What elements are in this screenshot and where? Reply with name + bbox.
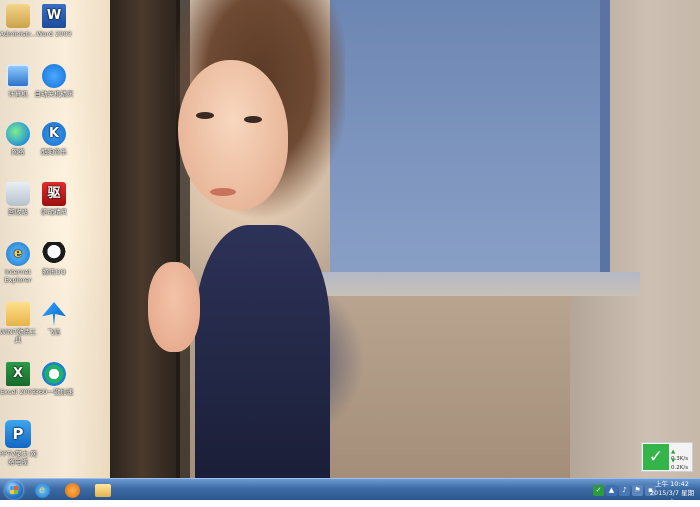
up-arrow-icon: ▲	[671, 449, 676, 455]
wallpaper-eye	[244, 116, 262, 123]
folder-icon	[95, 483, 111, 497]
wallpaper-hand	[148, 262, 200, 352]
taskbar: e ✓ ▲ ♪ ⚑ ▪ 上午 10:42 2015/3/7 星期六	[0, 478, 700, 506]
taskbar-ie-button[interactable]: e	[31, 480, 53, 500]
windows-orb-icon	[5, 481, 23, 499]
desktop-icon-driver-genius[interactable]: 驱 驱动精灵	[34, 182, 74, 216]
taskbar-explorer-button[interactable]	[92, 480, 114, 500]
wallpaper-eye	[196, 112, 214, 119]
download-speed: ▼ 0.2K/s	[671, 458, 693, 472]
desktop-icon-label: 网络	[11, 148, 25, 156]
desktop-icon-label: WIN7激活工具	[0, 328, 37, 344]
desktop-icon-label: 驱动精灵	[41, 208, 67, 216]
security-shield-icon[interactable]: ✓	[593, 484, 604, 496]
desktop-icon-label: 回收站	[8, 208, 28, 216]
desktop-icon-label: 360一键加速	[34, 388, 74, 396]
desktop-icon-pptv[interactable]: P PPTV聚力 网络电视	[0, 420, 38, 466]
taskbar-clock[interactable]: 上午 10:42 2015/3/7 星期六	[647, 480, 697, 507]
start-button[interactable]	[3, 480, 25, 500]
desktop-icon-label: 自动关机精灵	[34, 90, 74, 98]
wallpaper-lips	[210, 188, 236, 196]
ring-app-icon	[42, 362, 66, 386]
ie-icon: e	[34, 482, 50, 498]
desktop-icon-label: 计算机	[8, 90, 28, 98]
fetion-icon	[42, 302, 66, 326]
clock-time: 上午 10:42	[655, 480, 689, 488]
desktop-icon-administrator[interactable]: Administr...	[0, 4, 38, 38]
wallpaper-door-frame	[110, 0, 180, 478]
desktop-icon-label: 飞信	[47, 328, 61, 336]
clock-date: 2015/3/7 星期六	[649, 489, 695, 506]
desktop-icon-label: PPTV聚力 网络电视	[0, 450, 37, 466]
desktop-icon-kugou[interactable]: K 酷狗音乐	[34, 122, 74, 156]
desktop-icon-auto-shutdown[interactable]: 自动关机精灵	[34, 64, 74, 98]
recycle-bin-icon	[6, 182, 30, 206]
wallpaper-window-sill	[320, 272, 640, 296]
desktop-icon-internet-explorer[interactable]: e Internet Explorer	[0, 242, 38, 284]
taskbar-uc-browser-button[interactable]	[61, 480, 83, 500]
driver-icon: 驱	[42, 182, 66, 206]
desktop-icon-computer[interactable]: 计算机	[0, 64, 38, 98]
desktop-icon-label: Administr...	[0, 30, 37, 38]
desktop-icon-excel[interactable]: X Excel 2003	[0, 362, 38, 396]
qq-icon	[42, 242, 66, 266]
pptv-icon: P	[5, 420, 31, 448]
bird-app-icon	[42, 64, 66, 88]
desktop-icon-win7-activator[interactable]: WIN7激活工具	[0, 302, 38, 344]
network-speed-widget[interactable]: ✓ ▲ 0.3K/s ▼ 0.2K/s	[641, 442, 693, 472]
ie-icon: e	[6, 242, 30, 266]
desktop-icon-word[interactable]: W Word 2003	[34, 4, 74, 38]
desktop-icon-label: Word 2003	[36, 30, 72, 38]
desktop-icon-network[interactable]: 网络	[0, 122, 38, 156]
folder-icon	[6, 302, 30, 326]
uc-browser-icon	[64, 482, 80, 498]
user-folder-icon	[6, 4, 30, 28]
network-tray-icon[interactable]: ▲	[606, 484, 617, 496]
desktop-icon-recycle-bin[interactable]: 回收站	[0, 182, 38, 216]
volume-icon[interactable]: ♪	[619, 484, 630, 496]
desktop-icon-fetion[interactable]: 飞信	[34, 302, 74, 336]
desktop-icon-label: Internet Explorer	[4, 268, 32, 284]
wallpaper-window	[330, 0, 610, 290]
desktop-icon-label: 酷狗音乐	[41, 148, 67, 156]
excel-icon: X	[6, 362, 30, 386]
checkmark-icon: ✓	[643, 444, 669, 470]
desktop-icon-360-speedup[interactable]: 360一键加速	[34, 362, 74, 396]
down-arrow-icon: ▼	[671, 458, 676, 464]
desktop-icon-qq[interactable]: 腾讯QQ	[34, 242, 74, 276]
wallpaper-person-body	[195, 225, 330, 478]
word-icon: W	[42, 4, 66, 28]
computer-icon	[6, 64, 30, 88]
network-icon	[6, 122, 30, 146]
kugou-icon: K	[42, 122, 66, 146]
desktop-icon-label: 腾讯QQ	[42, 268, 66, 276]
flag-icon[interactable]: ⚑	[632, 484, 643, 496]
desktop-wallpaper: Administr... 计算机 网络 回收站 e Internet Explo…	[0, 0, 700, 478]
desktop-icon-label: Excel 2003	[0, 388, 36, 396]
download-speed-value: 0.2K/s	[671, 465, 689, 471]
